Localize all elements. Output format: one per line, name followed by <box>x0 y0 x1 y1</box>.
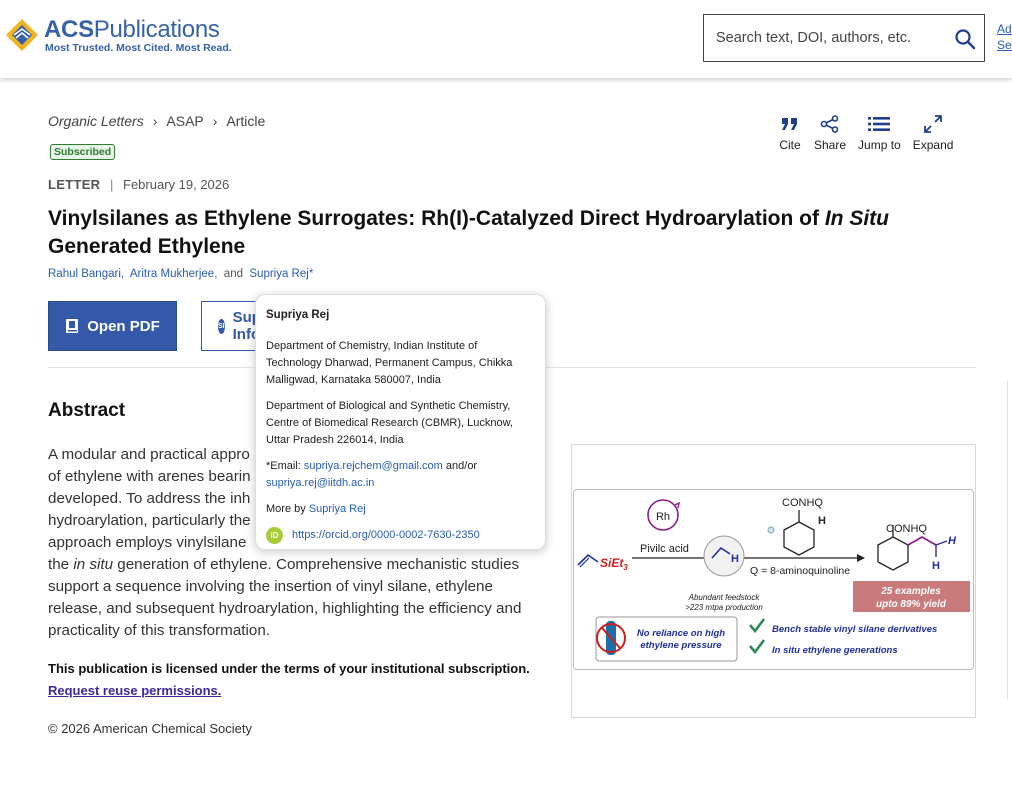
breadcrumb-type: Article <box>226 113 266 129</box>
toc-graphic[interactable]: SiEt3 Rh Pivilc acid H Abundant feedstoc… <box>571 444 976 718</box>
logo-tagline: Most Trusted. Most Cited. Most Read. <box>45 42 232 54</box>
article-meta: LETTER | February 19, 2026 <box>48 177 230 192</box>
acid-label: Pivilc acid <box>640 543 689 555</box>
author-link[interactable]: Aritra Mukherjee, <box>130 268 218 280</box>
reaction-scheme: SiEt3 Rh Pivilc acid H Abundant feedstoc… <box>573 489 974 670</box>
logo-wordmark: ACSPublications <box>44 16 220 43</box>
acs-logo-icon <box>6 19 38 51</box>
supporting-information-button[interactable]: SI Supporting Information <box>201 301 261 351</box>
svg-text:No reliance on high: No reliance on high <box>637 628 725 639</box>
svg-text:>223 mtpa production: >223 mtpa production <box>685 603 763 612</box>
share-icon <box>818 113 842 135</box>
reagent-label: SiEt3 <box>600 556 628 572</box>
svg-text:H: H <box>932 560 940 572</box>
svg-text:CONHQ: CONHQ <box>886 523 927 535</box>
svg-text:upto 89% yield: upto 89% yield <box>876 599 947 610</box>
book-icon <box>66 319 79 333</box>
svg-text:Q = 8-aminoquinoline: Q = 8-aminoquinoline <box>750 565 850 577</box>
expand-button[interactable]: Expand <box>913 113 953 152</box>
svg-text:Abundant feedstock: Abundant feedstock <box>688 593 761 602</box>
reaction-scheme-svg: SiEt3 Rh Pivilc acid H Abundant feedstoc… <box>577 497 970 662</box>
svg-text:H: H <box>818 515 826 527</box>
svg-text:H: H <box>731 553 739 565</box>
author-popover: Supriya Rej Department of Chemistry, Ind… <box>255 294 546 550</box>
copyright: © 2026 American Chemical Society <box>48 721 252 736</box>
breadcrumb-issue[interactable]: ASAP <box>166 113 203 129</box>
list-icon <box>867 113 891 135</box>
cite-button[interactable]: Cite <box>778 113 802 152</box>
email-line: *Email: supriya.rejchem@gmail.com and/or… <box>266 460 478 489</box>
author-list: Rahul Bangari, Aritra Mukherjee, and Sup… <box>48 268 314 280</box>
article-type: LETTER <box>48 177 101 192</box>
search-icon[interactable] <box>952 26 978 52</box>
svg-text:Bench stable vinyl silane deri: Bench stable vinyl silane derivatives <box>772 624 937 635</box>
jump-to-button[interactable]: Jump to <box>858 113 901 152</box>
affiliation: Department of Biological and Synthetic C… <box>266 400 513 446</box>
scroll-edge <box>1007 380 1012 700</box>
chevron-right-icon: › <box>152 113 158 129</box>
advanced-search-link[interactable]: Ad Se <box>997 21 1012 53</box>
expand-icon <box>921 113 945 135</box>
email-link[interactable]: supriya.rejchem@gmail.com <box>304 460 443 472</box>
svg-text:In situ ethylene generations: In situ ethylene generations <box>772 645 898 656</box>
publication-date: February 19, 2026 <box>123 177 230 192</box>
more-by-link[interactable]: Supriya Rej <box>309 503 366 515</box>
affiliation: Department of Chemistry, Indian Institut… <box>266 340 513 386</box>
svg-text:CONHQ: CONHQ <box>782 497 823 509</box>
license-note: This publication is licensed under the t… <box>48 661 530 676</box>
quote-icon <box>778 113 802 135</box>
breadcrumb: Organic Letters › ASAP › Article <box>48 113 265 129</box>
email-link[interactable]: supriya.rej@iitdh.ac.in <box>266 477 374 489</box>
orcid-link[interactable]: https://orcid.org/0000-0002-7630-2350 <box>292 527 480 544</box>
chevron-right-icon: › <box>212 113 218 129</box>
site-header: ACSPublications Most Trusted. Most Cited… <box>0 0 1012 78</box>
acs-logo[interactable]: ACSPublications Most Trusted. Most Cited… <box>4 14 232 58</box>
si-icon: SI <box>218 318 225 334</box>
orcid-icon: iD <box>266 527 283 544</box>
search-box <box>703 14 985 62</box>
author-link[interactable]: Supriya Rej* <box>249 268 313 280</box>
article-title: Vinylsilanes as Ethylene Surrogates: Rh(… <box>48 207 889 258</box>
svg-text:25 examples: 25 examples <box>880 586 941 597</box>
orcid-row: iD https://orcid.org/0000-0002-7630-2350 <box>266 527 535 544</box>
catalyst-label: Rh <box>656 511 670 523</box>
search-input[interactable] <box>716 27 941 49</box>
reuse-permissions-link[interactable]: Request reuse permissions. <box>48 683 221 698</box>
svg-text:ethylene pressure: ethylene pressure <box>640 640 722 651</box>
subscribed-badge: Subscribed <box>50 144 116 160</box>
more-by: More by Supriya Rej <box>266 503 366 515</box>
article-toolbar: Cite Share Jump to Expand <box>778 113 965 152</box>
breadcrumb-journal[interactable]: Organic Letters <box>48 113 144 129</box>
share-button[interactable]: Share <box>814 113 846 152</box>
popover-author-name: Supriya Rej <box>266 309 330 321</box>
author-link[interactable]: Rahul Bangari, <box>48 268 124 280</box>
open-pdf-button[interactable]: Open PDF <box>48 301 177 351</box>
abstract-heading: Abstract <box>48 400 126 421</box>
svg-text:H: H <box>948 535 957 547</box>
